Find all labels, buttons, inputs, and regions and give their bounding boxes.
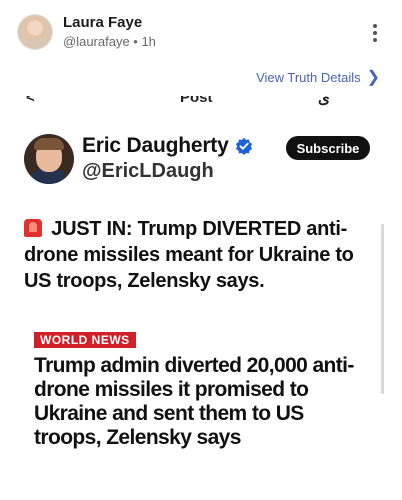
tweet-author-handle: @EricLDaugh (82, 160, 214, 182)
subscribe-button: Subscribe (286, 136, 370, 160)
more-vertical-icon[interactable] (370, 24, 380, 42)
cutoff-glyph-title: Post (180, 96, 213, 106)
view-truth-details-label: View Truth Details (256, 70, 361, 85)
tweet-text-block: JUST IN: Trump DIVERTED anti-drone missi… (24, 216, 382, 294)
news-tag-badge: WORLD NEWS (34, 332, 136, 348)
tweet-author-name-text: Eric Daugherty (82, 134, 229, 157)
author-meta: @laurafaye • 1h (63, 34, 156, 49)
tweet-text: JUST IN: Trump DIVERTED anti-drone missi… (24, 218, 354, 292)
scrollbar (381, 224, 384, 394)
cutoff-header-row: < Post ى (12, 96, 386, 108)
view-truth-details-link[interactable]: View Truth Details ❯ (256, 69, 380, 86)
verified-badge-icon (235, 137, 252, 155)
author-avatar[interactable] (17, 14, 53, 50)
post-header: Laura Faye @laurafaye • 1h (0, 0, 402, 64)
cutoff-glyph-back: < (26, 96, 35, 106)
siren-icon (24, 219, 42, 237)
embedded-screenshot[interactable]: < Post ى Eric Daugherty @EricLDaugh Subs… (12, 96, 386, 500)
tweet-author-name: Eric Daugherty (82, 134, 253, 158)
cutoff-glyph-action: ى (318, 96, 330, 107)
author-name[interactable]: Laura Faye (63, 14, 142, 31)
chevron-right-icon: ❯ (366, 69, 380, 86)
tweet-author-avatar (24, 134, 74, 184)
news-headline: Trump admin diverted 20,000 anti-drone m… (34, 354, 354, 449)
